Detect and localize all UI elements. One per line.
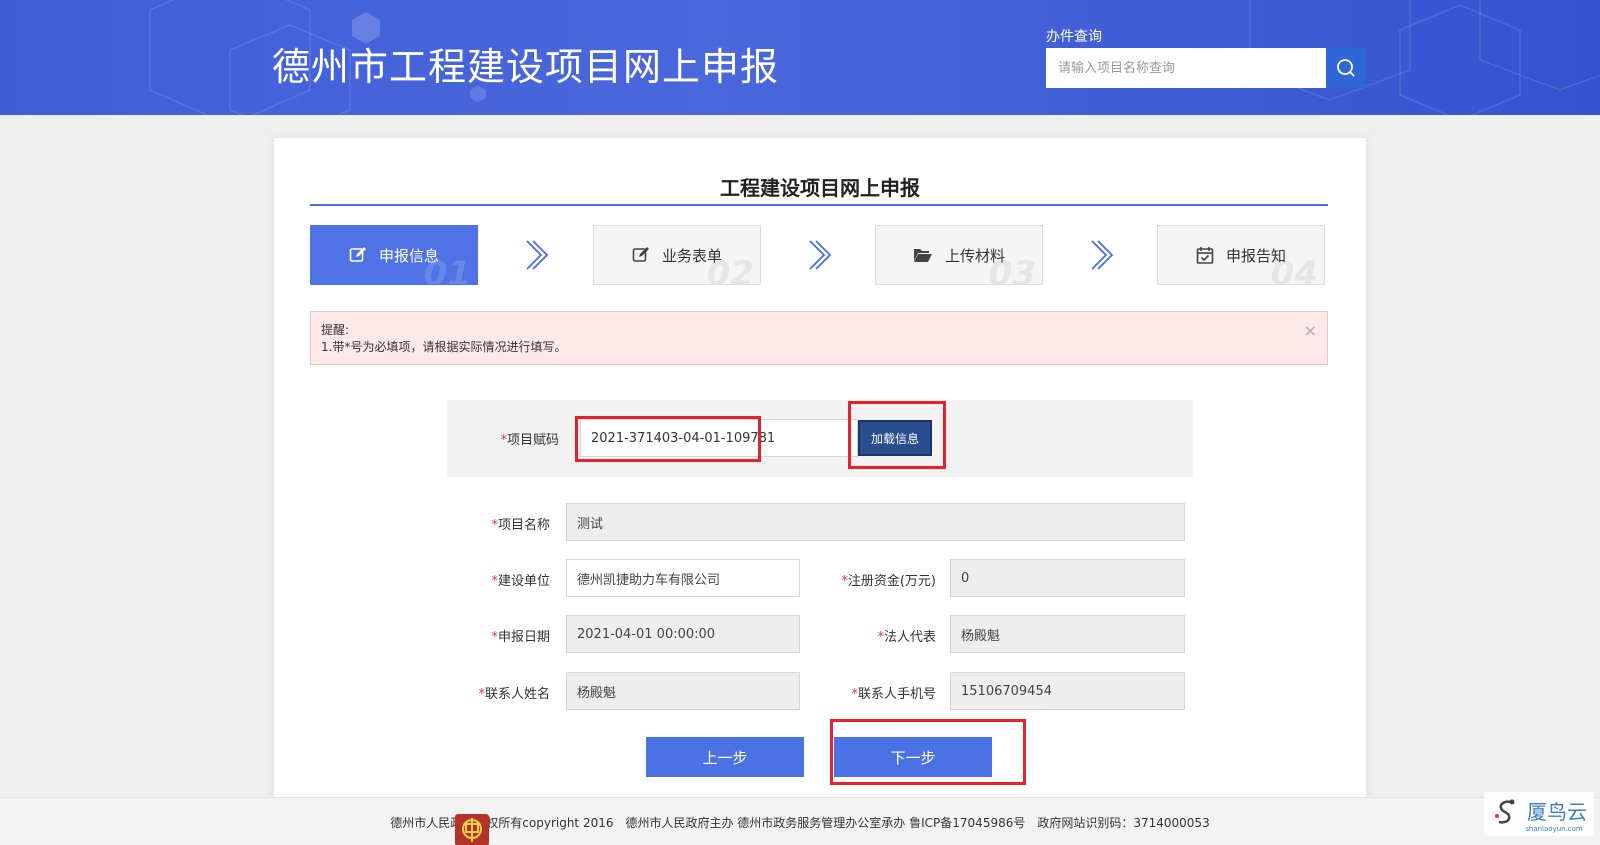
page-title: 工程建设项目网上申报 [720,176,920,200]
search-icon [1337,59,1355,77]
step-number: 03 [988,254,1036,285]
alert-title: 提醒: [321,323,350,337]
reminder-alert: 提醒: 1.带*号为必填项，请根据实际情况进行填写。 × [310,311,1328,365]
chevron-right-icon [526,240,549,270]
search-box [1046,48,1366,88]
step-apply-info[interactable]: 申报信息 01 [310,225,478,285]
contact-name-field[interactable] [566,672,800,710]
step-number: 01 [423,254,471,285]
project-name-label: *项目名称 [491,518,550,533]
search-input[interactable] [1046,48,1326,88]
project-name-field[interactable] [566,503,1185,541]
legal-rep-field[interactable] [950,615,1185,653]
folder-open-icon [913,247,933,263]
load-info-button[interactable]: 加载信息 [858,420,932,456]
project-code-input[interactable] [580,419,858,457]
legal-rep-label: *法人代表 [877,630,936,645]
step-apply-notice[interactable]: 申报告知 04 [1157,225,1325,285]
step-upload-materials[interactable]: 上传材料 03 [875,225,1043,285]
step-number: 02 [706,254,754,285]
footer-copyright: 德州市人民政府版权所有copyright 2016 德州市人民政府主办 德州市政… [390,816,1210,830]
project-code-row: *项目赋码 加载信息 [447,400,1193,477]
step-number: 04 [1270,254,1318,285]
apply-date-field[interactable] [566,615,800,653]
edit-icon [632,246,650,264]
watermark-text: 厦鸟云 [1527,799,1587,824]
close-icon[interactable]: × [1304,322,1317,339]
emblem-icon [455,814,489,845]
apply-date-label: *申报日期 [491,630,550,645]
contact-phone-label: *联系人手机号 [851,687,936,702]
search-label: 办件查询 [1046,29,1102,45]
main-card: 工程建设项目网上申报 申报信息 01 业务表单 02 上传材料 03 申报告知 … [274,138,1366,798]
chevron-right-icon [809,240,832,270]
search-button[interactable] [1326,48,1366,88]
site-footer: 德州市人民政府版权所有copyright 2016 德州市人民政府主办 德州市政… [0,797,1600,845]
watermark-sub: shaniaoyun.com [1525,824,1583,833]
project-code-label: *项目赋码 [500,433,559,448]
watermark: 厦鸟云 shaniaoyun.com [1484,792,1594,836]
capital-label: *注册资金(万元) [841,574,936,589]
prev-step-button[interactable]: 上一步 [646,737,804,777]
builder-label: *建设单位 [491,574,550,589]
site-header: 德州市工程建设项目网上申报 办件查询 [0,0,1600,115]
bird-logo-icon [1495,799,1515,824]
title-divider [310,204,1328,206]
alert-message: 1.带*号为必填项，请根据实际情况进行填写。 [321,340,567,354]
calendar-check-icon [1196,246,1214,264]
edit-icon [349,246,367,264]
contact-phone-field[interactable] [950,672,1185,710]
contact-name-label: *联系人姓名 [478,687,550,702]
chevron-right-icon [1091,240,1114,270]
next-step-button[interactable]: 下一步 [834,737,992,777]
step-business-form[interactable]: 业务表单 02 [593,225,761,285]
builder-field[interactable] [566,559,800,597]
site-title: 德州市工程建设项目网上申报 [272,45,780,89]
capital-field[interactable] [950,559,1185,597]
